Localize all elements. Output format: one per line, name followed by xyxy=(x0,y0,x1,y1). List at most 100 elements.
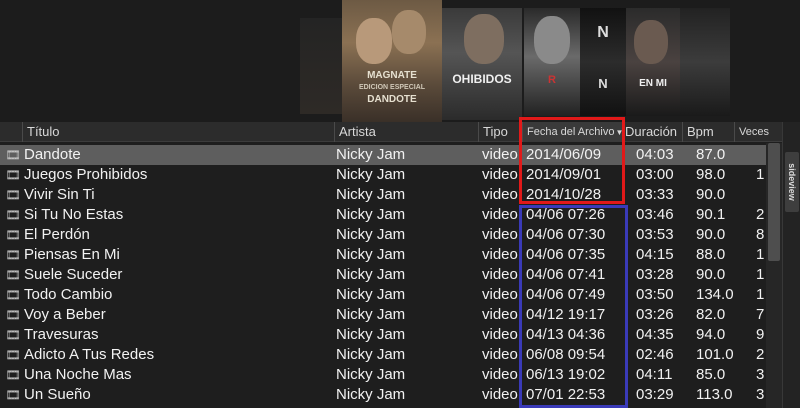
film-icon: 🎞 xyxy=(5,248,21,262)
track-duration: 04:11 xyxy=(636,366,673,383)
track-artist: Nicky Jam xyxy=(336,306,406,323)
film-icon: 🎞 xyxy=(5,208,21,222)
track-artist: Nicky Jam xyxy=(336,226,406,243)
track-row[interactable]: 🎞 Una Noche Mas Nicky Jam video 06/13 19:02 0… xyxy=(0,365,782,385)
track-title: Juegos Prohibidos xyxy=(24,166,148,183)
track-row[interactable]: 🎞 Juegos Prohibidos Nicky Jam video 2014/09/… xyxy=(0,165,782,185)
column-header-artist[interactable]: Artista xyxy=(334,122,478,142)
track-duration: 04:15 xyxy=(636,246,674,263)
track-bpm: 90.0 xyxy=(696,186,726,203)
album-cover-left[interactable] xyxy=(300,18,342,114)
column-header-title[interactable]: Título xyxy=(22,122,334,142)
film-icon: 🎞 xyxy=(5,308,21,322)
track-duration: 02:46 xyxy=(636,346,674,363)
artist-photo xyxy=(392,10,426,54)
film-icon: 🎞 xyxy=(5,348,21,362)
track-title: Travesuras xyxy=(24,326,99,343)
track-type: video xyxy=(482,346,518,363)
track-row[interactable]: 🎞 Piensas En Mi Nicky Jam video 04/06 07:35 0… xyxy=(0,245,782,265)
album-cover[interactable]: EN MI xyxy=(626,8,680,116)
track-duration: 03:33 xyxy=(636,186,674,203)
track-duration: 04:03 xyxy=(636,146,674,163)
track-bpm: 85.0 xyxy=(696,366,726,383)
track-row[interactable]: 🎞 El Perdón Nicky Jam video 04/06 07:30 03:53… xyxy=(0,225,782,245)
track-row[interactable]: 🎞 Dandote Nicky Jam video 2014/06/09 04:03 87.… xyxy=(0,145,782,165)
album-cover[interactable]: OHIBIDOS xyxy=(442,8,522,120)
track-artist: Nicky Jam xyxy=(336,206,406,223)
track-row[interactable]: 🎞 Todo Cambio Nicky Jam video 04/06 07:49 03:… xyxy=(0,285,782,305)
track-bpm: 90.0 xyxy=(696,226,726,243)
track-row[interactable]: 🎞 Adicto A Tus Redes Nicky Jam video 06/08 0… xyxy=(0,345,782,365)
column-header-icon[interactable] xyxy=(0,122,22,142)
film-icon: 🎞 xyxy=(5,368,21,382)
track-bpm: 94.0 xyxy=(696,326,726,343)
film-icon: 🎞 xyxy=(5,148,21,162)
track-row[interactable]: 🎞 Si Tu No Estas Nicky Jam video 04/06 07:26… xyxy=(0,205,782,225)
cover-text: EN MI xyxy=(639,78,667,89)
scrollbar[interactable] xyxy=(766,143,782,408)
track-title: Suele Suceder xyxy=(24,266,123,283)
track-bpm: 87.0 xyxy=(696,146,726,163)
film-icon: 🎞 xyxy=(5,288,21,302)
column-header-duration[interactable]: Duración xyxy=(622,122,682,142)
cover-text: R xyxy=(548,74,556,86)
scrollbar-thumb[interactable] xyxy=(768,143,780,261)
cover-flow[interactable]: MAGNATE EDICION ESPECIAL DANDOTE OHIBIDO… xyxy=(0,0,800,122)
cover-text: N xyxy=(597,24,609,41)
album-cover-main[interactable]: MAGNATE EDICION ESPECIAL DANDOTE xyxy=(342,0,442,122)
track-artist: Nicky Jam xyxy=(336,366,406,383)
track-duration: 03:29 xyxy=(636,386,674,403)
film-icon: 🎞 xyxy=(5,228,21,242)
film-icon: 🎞 xyxy=(5,268,21,282)
film-icon: 🎞 xyxy=(5,328,21,342)
track-artist: Nicky Jam xyxy=(336,326,406,343)
track-duration: 03:53 xyxy=(636,226,674,243)
track-type: video xyxy=(482,366,518,383)
track-type: video xyxy=(482,186,518,203)
track-title: Voy a Beber xyxy=(24,306,106,323)
track-title: Vivir Sin Ti xyxy=(24,186,95,203)
sideview-tab[interactable]: sideview xyxy=(785,152,799,212)
album-cover[interactable]: N N xyxy=(580,8,626,116)
artist-photo xyxy=(356,18,392,64)
track-bpm: 101.0 xyxy=(696,346,734,363)
track-duration: 03:46 xyxy=(636,206,674,223)
track-artist: Nicky Jam xyxy=(336,286,406,303)
track-row[interactable]: 🎞 Un Sueño Nicky Jam video 07/01 22:53 03:29 1… xyxy=(0,385,782,405)
track-artist: Nicky Jam xyxy=(336,246,406,263)
column-header: Título Artista Tipo Fecha del Archivo▼ D… xyxy=(0,122,782,142)
track-artist: Nicky Jam xyxy=(336,146,406,163)
artist-photo xyxy=(464,14,504,64)
album-cover[interactable]: R xyxy=(524,8,580,116)
track-row[interactable]: 🎞 Vivir Sin Ti Nicky Jam video 2014/10/28 03:… xyxy=(0,185,782,205)
track-duration: 04:35 xyxy=(636,326,674,343)
track-type: video xyxy=(482,246,518,263)
track-bpm: 134.0 xyxy=(696,286,734,303)
highlight-box-blue xyxy=(519,205,628,408)
column-header-type[interactable]: Tipo xyxy=(478,122,522,142)
track-type: video xyxy=(482,146,518,163)
track-artist: Nicky Jam xyxy=(336,386,406,403)
column-header-plays[interactable]: Veces xyxy=(734,122,782,142)
cover-text: OHIBIDOS xyxy=(452,72,512,86)
film-icon: 🎞 xyxy=(5,188,21,202)
track-artist: Nicky Jam xyxy=(336,266,406,283)
track-row[interactable]: 🎞 Voy a Beber Nicky Jam video 04/12 19:17 03:… xyxy=(0,305,782,325)
track-type: video xyxy=(482,226,518,243)
track-type: video xyxy=(482,166,518,183)
track-type: video xyxy=(482,386,518,403)
cover-text: N xyxy=(598,76,608,91)
column-header-bpm[interactable]: Bpm xyxy=(682,122,734,142)
track-title: Una Noche Mas xyxy=(24,366,132,383)
track-title: Adicto A Tus Redes xyxy=(24,346,155,363)
track-title: Dandote xyxy=(24,146,81,163)
film-icon: 🎞 xyxy=(5,168,21,182)
album-cover[interactable] xyxy=(680,8,730,116)
track-row[interactable]: 🎞 Travesuras Nicky Jam video 04/13 04:36 04:3… xyxy=(0,325,782,345)
track-bpm: 88.0 xyxy=(696,246,726,263)
track-bpm: 82.0 xyxy=(696,306,726,323)
track-row[interactable]: 🎞 Suele Suceder Nicky Jam video 04/06 07:41 0… xyxy=(0,265,782,285)
track-artist: Nicky Jam xyxy=(336,346,406,363)
track-list[interactable]: 🎞 Dandote Nicky Jam video 2014/06/09 04:03 87.… xyxy=(0,143,782,408)
cover-text: EDICION ESPECIAL xyxy=(358,84,426,91)
